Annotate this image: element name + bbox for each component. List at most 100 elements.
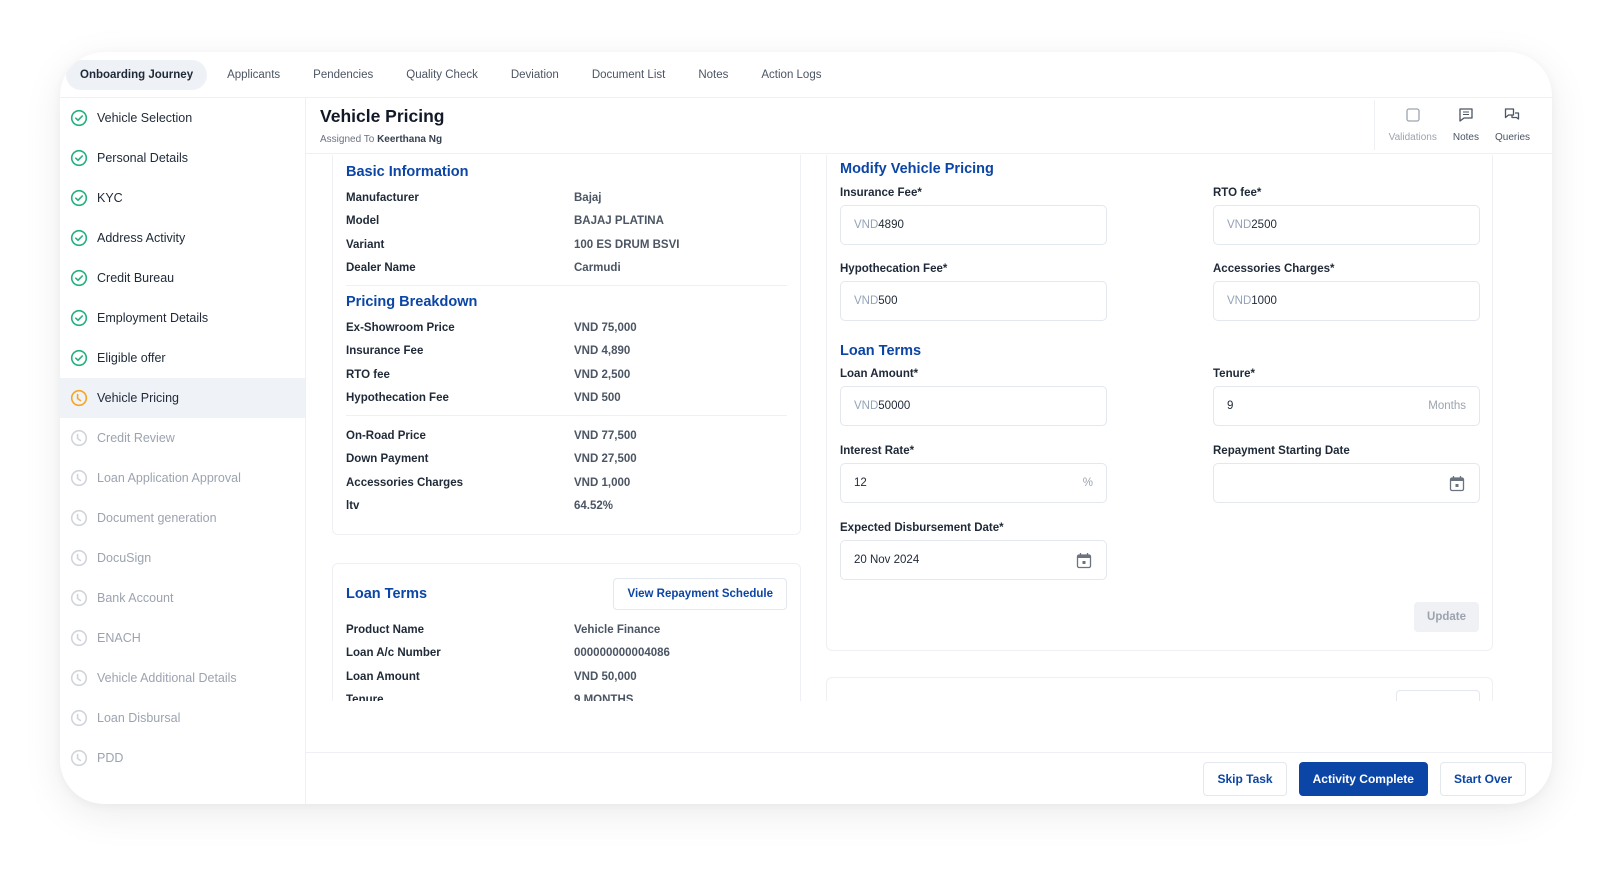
- sidebar-item-loan-disbursal[interactable]: Loan Disbursal: [60, 698, 305, 738]
- clock-icon: [70, 629, 88, 647]
- currency-prefix: VND: [854, 219, 879, 231]
- loan-amount-input[interactable]: VND 50000: [840, 386, 1107, 426]
- tab-pendencies[interactable]: Pendencies: [300, 61, 386, 89]
- info-row: Down Payment VND 27,500: [346, 448, 787, 472]
- info-row: Ex-Showroom Price VND 75,000: [346, 316, 787, 340]
- sidebar-item-enach[interactable]: ENACH: [60, 618, 305, 658]
- sidebar-item-docusign[interactable]: DocuSign: [60, 538, 305, 578]
- clock-icon: [70, 429, 88, 447]
- sidebar-item-eligible-offer[interactable]: Eligible offer: [60, 338, 305, 378]
- clock-icon: [70, 709, 88, 727]
- rto-fee-field: RTO fee* VND 2500: [1213, 187, 1480, 245]
- tab-deviation[interactable]: Deviation: [498, 61, 572, 89]
- sidebar-item-vehicle-additional-details[interactable]: Vehicle Additional Details: [60, 658, 305, 698]
- loan-terms-title: Loan Terms: [346, 586, 428, 602]
- check-circle-icon: [70, 309, 88, 327]
- info-label: Tenure: [346, 694, 384, 701]
- info-value: VND 2,500: [574, 368, 631, 381]
- info-value: VND 1,000: [574, 476, 631, 489]
- top-tab-bar: Onboarding Journey Applicants Pendencies…: [60, 52, 1552, 98]
- info-value: VND 77,500: [574, 429, 637, 442]
- modify-loan-terms-title: Loan Terms: [840, 343, 922, 359]
- queries-label: Queries: [1494, 132, 1530, 143]
- checkbox-icon: [1405, 107, 1421, 128]
- sidebar-item-bank-account[interactable]: Bank Account: [60, 578, 305, 618]
- tab-onboarding-journey[interactable]: Onboarding Journey: [66, 59, 208, 90]
- divider: [346, 285, 787, 286]
- sidebar-item-pdd[interactable]: PDD: [60, 738, 305, 778]
- info-row: Product Name Vehicle Finance: [346, 618, 787, 642]
- rto-fee-input[interactable]: VND 2500: [1213, 205, 1480, 245]
- start-over-button[interactable]: Start Over: [1439, 762, 1526, 796]
- info-value: Bajaj: [574, 191, 602, 204]
- repayment-start-date-input[interactable]: [1213, 463, 1480, 503]
- info-label: Insurance Fee: [346, 345, 424, 358]
- sidebar-item-vehicle-pricing[interactable]: Vehicle Pricing: [60, 378, 305, 418]
- sidebar-item-label: KYC: [97, 191, 123, 205]
- currency-prefix: VND: [854, 400, 879, 412]
- accessories-charges-input[interactable]: VND 1000: [1213, 281, 1480, 321]
- tab-quality-check[interactable]: Quality Check: [393, 61, 491, 89]
- rto-fee-label: RTO fee*: [1213, 187, 1262, 199]
- sidebar-item-label: Loan Disbursal: [97, 711, 181, 725]
- tenure-input[interactable]: 9 Months: [1213, 386, 1480, 426]
- check-circle-icon: [70, 349, 88, 367]
- info-row: Manufacturer Bajaj: [346, 186, 787, 210]
- sidebar-item-document-generation[interactable]: Document generation: [60, 498, 305, 538]
- sidebar-item-personal-details[interactable]: Personal Details: [60, 138, 305, 178]
- skip-task-button[interactable]: Skip Task: [1203, 762, 1287, 796]
- check-circle-icon: [70, 269, 88, 287]
- notes-button[interactable]: Notes: [1445, 100, 1487, 150]
- view-repayment-schedule-button[interactable]: View Repayment Schedule: [613, 578, 787, 610]
- sidebar-item-label: Vehicle Pricing: [97, 391, 179, 405]
- tab-notes[interactable]: Notes: [685, 61, 741, 89]
- tenure-field: Tenure* 9 Months: [1213, 368, 1480, 426]
- activity-complete-button[interactable]: Activity Complete: [1298, 762, 1428, 796]
- sidebar-item-label: Document generation: [97, 511, 217, 525]
- info-label: ltv: [346, 500, 360, 513]
- info-row: Loan A/c Number 000000000004086: [346, 642, 787, 666]
- sidebar-item-vehicle-selection[interactable]: Vehicle Selection: [60, 98, 305, 138]
- info-label: Down Payment: [346, 453, 429, 466]
- expected-disbursement-date-field: Expected Disbursement Date* 20 Nov 2024: [840, 522, 1107, 580]
- modify-pricing-title: Modify Vehicle Pricing: [840, 161, 994, 177]
- info-label: Variant: [346, 238, 385, 251]
- chat-bubbles-icon: [1504, 107, 1520, 128]
- tab-applicants[interactable]: Applicants: [214, 61, 293, 89]
- info-label: Manufacturer: [346, 191, 419, 204]
- info-label: Product Name: [346, 623, 424, 636]
- input-value: 2500: [1251, 219, 1277, 231]
- percent-suffix: %: [1082, 477, 1093, 489]
- info-row: ltv 64.52%: [346, 495, 787, 519]
- info-row: Accessories Charges VND 1,000: [346, 471, 787, 495]
- expected-disbursement-date-input[interactable]: 20 Nov 2024: [840, 540, 1107, 580]
- calendar-icon[interactable]: [1076, 552, 1092, 572]
- check-circle-icon: [70, 149, 88, 167]
- sidebar-item-address-activity[interactable]: Address Activity: [60, 218, 305, 258]
- input-value: 50000: [878, 400, 911, 412]
- clock-icon: [70, 749, 88, 767]
- interest-rate-input[interactable]: 12%: [840, 463, 1107, 503]
- vehicle-info-card: Basic Information Manufacturer Bajaj Model…: [332, 155, 801, 535]
- currency-prefix: VND: [1227, 219, 1252, 231]
- queries-button[interactable]: Queries: [1487, 100, 1538, 150]
- next-section-button[interactable]: [1396, 690, 1480, 701]
- tab-action-logs[interactable]: Action Logs: [748, 61, 834, 89]
- footer-bar: Skip Task Activity Complete Start Over: [306, 752, 1552, 804]
- calendar-icon[interactable]: [1449, 475, 1465, 495]
- hypothecation-fee-input[interactable]: VND 500: [840, 281, 1107, 321]
- hypothecation-fee-field: Hypothecation Fee* VND 500: [840, 263, 1107, 321]
- insurance-fee-input[interactable]: VND 4890: [840, 205, 1107, 245]
- sidebar-item-employment-details[interactable]: Employment Details: [60, 298, 305, 338]
- sidebar-item-kyc[interactable]: KYC: [60, 178, 305, 218]
- tab-document-list[interactable]: Document List: [579, 61, 679, 89]
- update-button[interactable]: Update: [1414, 602, 1479, 632]
- validations-label: Validations: [1388, 132, 1437, 143]
- sidebar-item-loan-application-approval[interactable]: Loan Application Approval: [60, 458, 305, 498]
- sidebar-item-credit-review[interactable]: Credit Review: [60, 418, 305, 458]
- validations-button[interactable]: Validations: [1381, 100, 1445, 150]
- next-section-card: [826, 677, 1493, 701]
- loan-amount-field: Loan Amount* VND 50000: [840, 368, 1107, 426]
- sidebar-item-credit-bureau[interactable]: Credit Bureau: [60, 258, 305, 298]
- content-scroll-area[interactable]: Basic Information Manufacturer Bajaj Model…: [306, 155, 1552, 701]
